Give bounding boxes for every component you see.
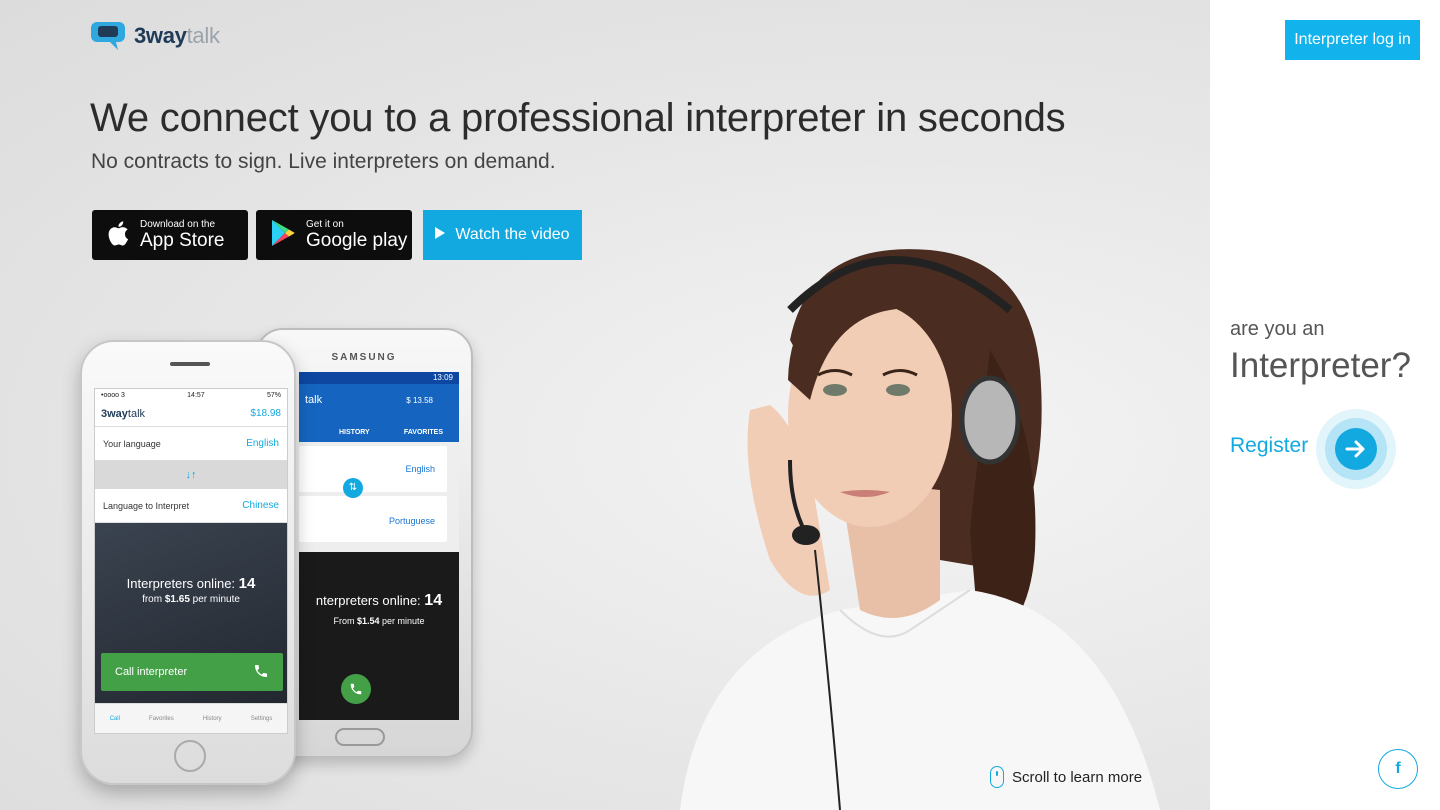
logo-chat-icon [90,20,128,52]
phone-online-count: 14 [424,592,443,609]
mouse-icon [990,766,1004,788]
phone-status-bar: 13:09 [299,372,459,384]
google-play-small-label: Get it on [306,219,344,230]
google-play-button[interactable]: Get it on Google play [256,210,412,260]
iphone-price-prefix: from [142,594,163,605]
iphone-price: $1.65 [164,594,190,605]
logo-text-bold: 3way [134,23,187,48]
phone-online-label: nterpreters online: [315,593,421,608]
iphone-app-logo-bold: 3way [101,407,128,420]
phone-online-area: nterpreters online: 14 From $1.54 per mi… [299,592,459,626]
logo-text: 3waytalk [134,23,220,49]
iphone-online-text: Interpreters online: 14 [95,575,287,592]
phone-app-logo: talk [305,394,323,406]
logo-text-light: talk [186,23,220,48]
iphone-interpret-value: Chinese [242,500,279,511]
phone-online-text: nterpreters online: 14 [299,592,459,610]
app-store-label: App Store [140,230,225,251]
phone-lang-2: Portuguese [388,516,435,526]
iphone-online-count: 14 [238,575,256,592]
phone-price-prefix: From [333,616,355,626]
iphone-time: 14:57 [187,391,205,399]
iphone-tab-call: Call [109,715,120,722]
page-title: We connect you to a professional interpr… [90,96,1066,140]
phone-price: $1.54 [356,616,380,626]
iphone-carrier: •oooo 3 [101,391,125,399]
iphone-tab-history: History [202,715,222,722]
phone-icon [253,663,269,682]
iphone-status-bar: •oooo 3 14:57 57% [95,389,287,401]
phone-app-bar: talk $ 13.58 HISTORY FAVORITES [299,384,459,442]
iphone-tab-settings: Settings [250,715,273,722]
app-store-small-label: Download on the [140,219,216,230]
iphone-screen: •oooo 3 14:57 57% 3waytalk $18.98 Your l… [94,388,288,734]
iphone-call-label: Call interpreter [115,666,188,678]
cta-heading: Interpreter? [1230,346,1411,385]
phone-lang-1: English [405,464,435,474]
iphone-app-bar: 3waytalk $18.98 [95,401,287,427]
page-subtitle: No contracts to sign. Live interpreters … [91,150,556,173]
phone-tab-favorites: FAVORITES [403,429,443,436]
play-icon [435,226,446,244]
iphone-your-language-value: English [246,438,279,449]
iphone-balance: $18.98 [250,408,281,419]
iphone-battery: 57% [266,391,281,399]
iphone-app-logo: 3waytalk [101,408,145,420]
app-store-button[interactable]: Download on the App Store [92,210,248,260]
phone-language-area: English Portuguese ⇅ [299,442,459,552]
iphone-tab-bar: Call Favorites History Settings [95,703,287,733]
phone-price-text: From $1.54 per minute [299,616,459,626]
register-arrow-button[interactable] [1316,409,1396,489]
phone-balance: $ 13.58 [406,396,433,405]
scroll-hint[interactable]: Scroll to learn more [990,766,1142,788]
iphone-interpret-label: Language to Interpret [103,500,190,511]
phone-call-icon [341,674,371,704]
iphone-speaker [170,362,210,366]
samsung-phone-screen: 13:09 talk $ 13.58 HISTORY FAVORITES Eng… [299,372,459,720]
facebook-icon[interactable]: f [1378,749,1418,789]
iphone-your-language-row: Your language English [95,427,287,461]
phone-lang-card-1: English [299,446,447,492]
iphone-price-suffix: per minute [192,594,240,605]
register-arrow-ring [1325,418,1387,480]
swap-icon: ⇅ [343,478,363,498]
iphone-mockup: •oooo 3 14:57 57% 3waytalk $18.98 Your l… [80,340,296,785]
interpreter-login-button[interactable]: Interpreter log in [1285,20,1420,60]
iphone-your-language-label: Your language [103,438,161,449]
cta-intro-text: are you an [1230,318,1325,340]
iphone-call-button: Call interpreter [101,653,283,691]
iphone-home-button [174,740,206,772]
phone-price-suffix: per minute [382,616,425,626]
swap-arrows-icon: ↓↑ [95,461,287,489]
logo[interactable]: 3waytalk [90,20,220,52]
register-link[interactable]: Register [1230,434,1308,458]
google-play-icon [270,219,296,252]
sidebar: Interpreter log in are you an Interprete… [1210,0,1440,810]
watch-video-button[interactable]: Watch the video [423,210,582,260]
watch-video-label: Watch the video [455,226,570,243]
google-play-label: Google play [306,230,408,251]
iphone-tab-favorites: Favorites [149,715,174,722]
iphone-app-logo-light: talk [127,407,146,420]
phone-lang-card-2: Portuguese [299,496,447,542]
samsung-home-button [335,728,385,746]
interpreter-photo [640,230,1200,810]
arrow-right-icon [1335,428,1377,470]
apple-icon [106,219,130,252]
iphone-interpret-row: Language to Interpret Chinese [95,489,287,523]
scroll-hint-label: Scroll to learn more [1012,768,1143,786]
hero-section: 3waytalk We connect you to a professiona… [0,0,1210,810]
iphone-online-label: Interpreters online: [126,576,236,591]
iphone-price-text: from $1.65 per minute [95,594,287,605]
phone-tab-history: HISTORY [339,429,370,436]
